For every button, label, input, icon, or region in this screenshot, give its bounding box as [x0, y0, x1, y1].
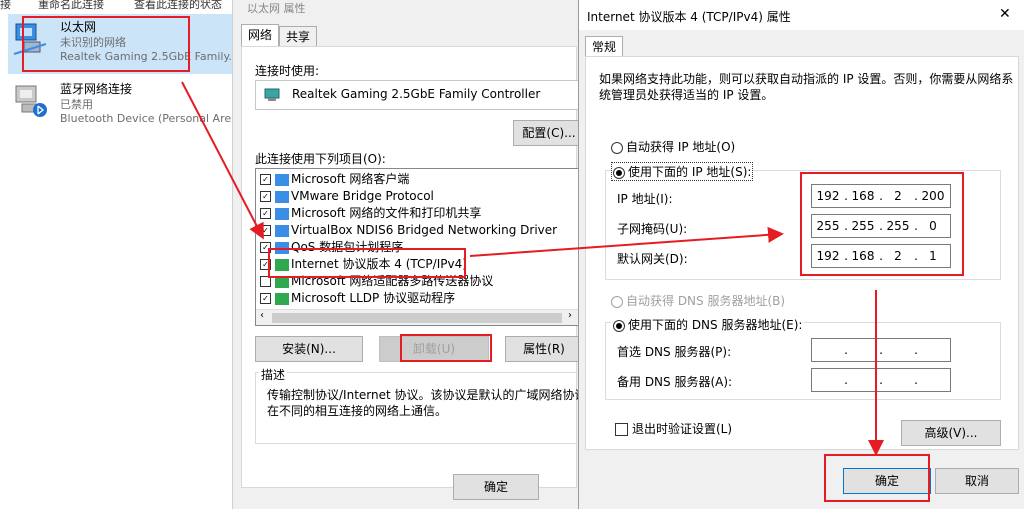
checkbox-icon[interactable]: ✓ — [260, 191, 271, 202]
highlight-box-properties — [400, 334, 492, 362]
checkbox-icon[interactable]: ✓ — [260, 225, 271, 236]
dialog-title: Internet 协议版本 4 (TCP/IPv4) 属性 — [587, 10, 791, 24]
toolbar-link-connect[interactable]: 接 — [0, 0, 11, 12]
gateway-label: 默认网关(D): — [617, 252, 688, 266]
checkbox-icon[interactable]: ✓ — [260, 293, 271, 304]
network-adapter-icon — [264, 88, 280, 101]
tab-general[interactable]: 常规 — [585, 36, 624, 57]
intro-line2: 统管理员处获得适当的 IP 设置。 — [599, 88, 774, 102]
highlight-box-ip-settings — [800, 172, 964, 276]
highlight-box-ethernet — [22, 16, 190, 72]
mask-label: 子网掩码(U): — [617, 222, 688, 236]
connect-using-label: 连接时使用: — [255, 64, 320, 78]
tab-network[interactable]: 网络 — [241, 24, 280, 47]
description-label: 描述 — [259, 366, 288, 383]
items-label: 此连接使用下列项目(O): — [255, 152, 386, 166]
radio-icon[interactable] — [611, 141, 623, 154]
protocol-icon — [275, 190, 289, 203]
scrollbar-thumb[interactable] — [272, 313, 562, 323]
scroll-left-icon[interactable]: ‹ — [260, 310, 264, 321]
manual-dns-option[interactable]: 使用下面的 DNS 服务器地址(E): — [611, 316, 805, 333]
auto-ip-option[interactable]: 自动获得 IP 地址(O) — [611, 138, 735, 155]
validate-on-exit-option[interactable]: 退出时验证设置(L) — [615, 420, 732, 437]
radio-icon — [611, 295, 623, 308]
highlight-box-ok — [824, 454, 930, 502]
ip-label: IP 地址(I): — [617, 192, 673, 206]
cancel-button[interactable]: 取消 — [935, 468, 1019, 494]
list-item[interactable]: ✓ VMware Bridge Protocol — [260, 188, 434, 205]
client-icon — [275, 173, 289, 186]
tab-sharing[interactable]: 共享 — [279, 26, 318, 47]
toolbar-link-status[interactable]: 查看此连接的状态 — [134, 0, 222, 12]
checkbox-icon[interactable]: ✓ — [260, 174, 271, 185]
configure-button[interactable]: 配置(C)... — [513, 120, 585, 146]
dialog-titlebar: Internet 协议版本 4 (TCP/IPv4) 属性 ✕ — [579, 0, 1024, 30]
bluetooth-adapter-icon — [15, 85, 47, 117]
alternate-dns-label: 备用 DNS 服务器(A): — [617, 375, 733, 389]
network-connections-list: 接 重命名此连接 查看此连接的状态 以太网 未识别的网络 Realtek Gam… — [0, 0, 242, 509]
alternate-dns-input[interactable]: ... — [811, 368, 951, 392]
list-item[interactable]: ✓ VirtualBox NDIS6 Bridged Networking Dri… — [260, 222, 557, 239]
description-line2: 在不同的相互连接的网络上通信。 — [267, 404, 448, 418]
protocol-icon — [275, 292, 289, 305]
adapter-name: Realtek Gaming 2.5GbE Family Controller — [292, 87, 541, 101]
highlight-box-ipv4-item — [268, 248, 466, 278]
checkbox-icon[interactable]: ✓ — [260, 208, 271, 219]
protocol-icon — [275, 224, 289, 237]
preferred-dns-label: 首选 DNS 服务器(P): — [617, 345, 732, 359]
list-item[interactable]: ✓ Microsoft LLDP 协议驱动程序 — [260, 290, 455, 307]
list-item[interactable]: ✓ Microsoft 网络的文件和打印机共享 — [260, 205, 481, 222]
auto-dns-option: 自动获得 DNS 服务器地址(B) — [611, 292, 785, 309]
intro-line1: 如果网络支持此功能，则可以获取自动指派的 IP 设置。否则，你需要从网络系 — [599, 72, 1014, 86]
list-item[interactable]: ✓ Microsoft 网络客户端 — [260, 171, 409, 188]
checkbox-icon[interactable] — [615, 423, 628, 436]
preferred-dns-input[interactable]: ... — [811, 338, 951, 362]
service-icon — [275, 207, 289, 220]
adapter-bluetooth-status: 已禁用 — [60, 98, 93, 111]
protocol-items-list[interactable]: ✓ Microsoft 网络客户端 ✓ VMware Bridge Protocol… — [255, 168, 583, 326]
toolbar-link-rename[interactable]: 重命名此连接 — [38, 0, 104, 12]
window-title: 以太网 属性 — [247, 2, 306, 15]
scroll-right-icon[interactable]: › — [568, 310, 572, 321]
adapter-bluetooth[interactable]: 蓝牙网络连接 已禁用 Bluetooth Device (Personal Ar… — [8, 76, 242, 136]
horizontal-scrollbar[interactable]: ‹ › — [256, 309, 582, 325]
radio-icon[interactable] — [613, 166, 625, 179]
adapter-field: Realtek Gaming 2.5GbE Family Controller — [255, 80, 583, 110]
manual-ip-option[interactable]: 使用下面的 IP 地址(S): — [611, 162, 754, 181]
properties-button[interactable]: 属性(R) — [505, 336, 583, 362]
install-button[interactable]: 安装(N)... — [255, 336, 363, 362]
radio-icon[interactable] — [613, 319, 625, 332]
adapter-bluetooth-title: 蓝牙网络连接 — [60, 82, 133, 96]
description-line1: 传输控制协议/Internet 协议。该协议是默认的广域网络协议，用 — [267, 388, 611, 402]
adapter-bluetooth-device: Bluetooth Device (Personal Are... — [60, 112, 242, 125]
close-icon[interactable]: ✕ — [999, 6, 1011, 22]
ok-button[interactable]: 确定 — [453, 474, 539, 500]
advanced-button[interactable]: 高级(V)... — [901, 420, 1001, 446]
